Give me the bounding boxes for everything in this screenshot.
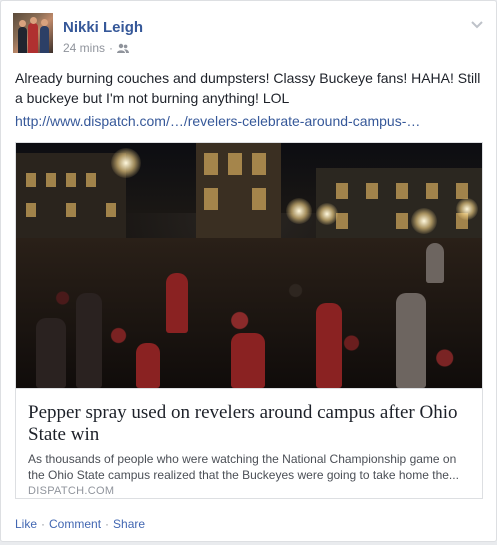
post-card: Nikki Leigh 24 mins · Already burning co… [0, 0, 497, 542]
comment-button[interactable]: Comment [49, 517, 101, 531]
meta-separator: · [109, 41, 114, 55]
preview-image[interactable] [16, 143, 482, 388]
link-preview[interactable]: Pepper spray used on revelers around cam… [15, 142, 483, 499]
friends-icon[interactable] [117, 43, 130, 53]
post-actions: Like · Comment · Share [15, 517, 145, 531]
preview-caption[interactable]: Pepper spray used on revelers around cam… [16, 388, 482, 498]
post-meta: 24 mins · [63, 41, 130, 55]
like-button[interactable]: Like [15, 517, 37, 531]
post-timestamp[interactable]: 24 mins [63, 41, 105, 55]
post-link[interactable]: http://www.dispatch.com/…/revelers-celeb… [15, 113, 420, 129]
preview-description: As thousands of people who were watching… [28, 452, 459, 482]
chevron-down-icon[interactable] [470, 17, 484, 29]
action-separator: · [41, 517, 46, 531]
preview-domain: DISPATCH.COM [28, 485, 115, 497]
avatar[interactable] [13, 13, 53, 53]
share-button[interactable]: Share [113, 517, 145, 531]
post-text: Already burning couches and dumpsters! C… [15, 70, 481, 106]
action-separator: · [105, 517, 110, 531]
preview-headline[interactable]: Pepper spray used on revelers around cam… [28, 402, 473, 446]
author-name[interactable]: Nikki Leigh [63, 19, 143, 36]
